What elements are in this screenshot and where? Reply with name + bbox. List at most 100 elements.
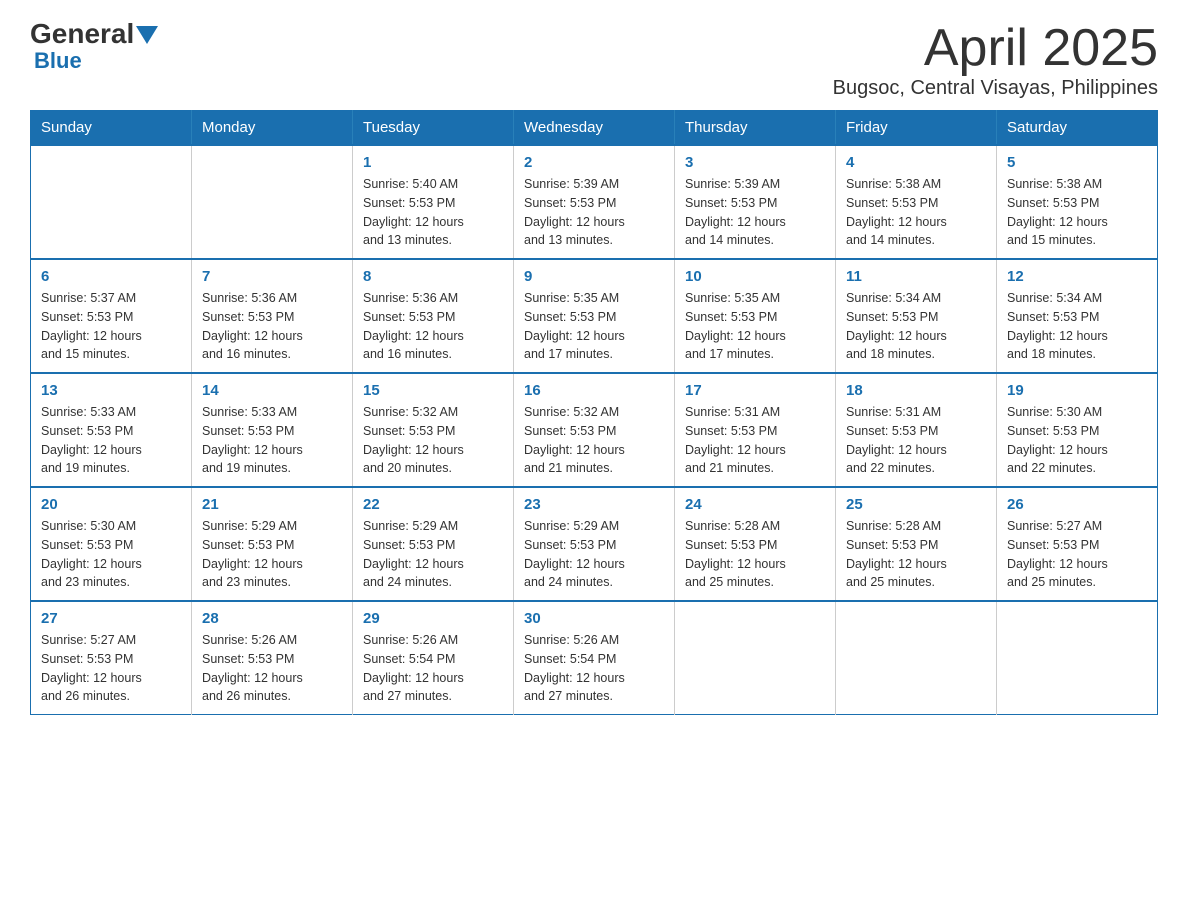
calendar-week-row: 20 Sunrise: 5:30 AM Sunset: 5:53 PM Dayli… — [31, 487, 1158, 601]
weekday-header-saturday: Saturday — [997, 111, 1158, 146]
day-number: 28 — [202, 610, 342, 627]
day-info: Sunrise: 5:28 AM Sunset: 5:53 PM Dayligh… — [846, 517, 986, 592]
day-number: 30 — [524, 610, 664, 627]
day-number: 3 — [685, 154, 825, 171]
day-number: 14 — [202, 382, 342, 399]
logo-triangle-icon — [136, 26, 158, 44]
calendar-cell: 9 Sunrise: 5:35 AM Sunset: 5:53 PM Daylig… — [514, 259, 675, 373]
day-number: 17 — [685, 382, 825, 399]
day-number: 26 — [1007, 496, 1147, 513]
day-info: Sunrise: 5:30 AM Sunset: 5:53 PM Dayligh… — [41, 517, 181, 592]
day-info: Sunrise: 5:34 AM Sunset: 5:53 PM Dayligh… — [846, 289, 986, 364]
day-number: 4 — [846, 154, 986, 171]
day-number: 29 — [363, 610, 503, 627]
calendar-cell: 11 Sunrise: 5:34 AM Sunset: 5:53 PM Dayli… — [836, 259, 997, 373]
day-number: 1 — [363, 154, 503, 171]
day-number: 12 — [1007, 268, 1147, 285]
calendar-cell: 12 Sunrise: 5:34 AM Sunset: 5:53 PM Dayli… — [997, 259, 1158, 373]
calendar-cell: 28 Sunrise: 5:26 AM Sunset: 5:53 PM Dayli… — [192, 601, 353, 715]
calendar-cell: 16 Sunrise: 5:32 AM Sunset: 5:53 PM Dayli… — [514, 373, 675, 487]
weekday-header-wednesday: Wednesday — [514, 111, 675, 146]
day-info: Sunrise: 5:27 AM Sunset: 5:53 PM Dayligh… — [1007, 517, 1147, 592]
calendar-cell: 13 Sunrise: 5:33 AM Sunset: 5:53 PM Dayli… — [31, 373, 192, 487]
calendar-cell — [31, 145, 192, 259]
day-number: 5 — [1007, 154, 1147, 171]
day-number: 23 — [524, 496, 664, 513]
day-info: Sunrise: 5:31 AM Sunset: 5:53 PM Dayligh… — [685, 403, 825, 478]
day-info: Sunrise: 5:27 AM Sunset: 5:53 PM Dayligh… — [41, 631, 181, 706]
day-info: Sunrise: 5:40 AM Sunset: 5:53 PM Dayligh… — [363, 175, 503, 250]
day-info: Sunrise: 5:39 AM Sunset: 5:53 PM Dayligh… — [524, 175, 664, 250]
day-number: 16 — [524, 382, 664, 399]
calendar-cell: 29 Sunrise: 5:26 AM Sunset: 5:54 PM Dayli… — [353, 601, 514, 715]
calendar-cell: 1 Sunrise: 5:40 AM Sunset: 5:53 PM Daylig… — [353, 145, 514, 259]
calendar-subtitle: Bugsoc, Central Visayas, Philippines — [833, 77, 1158, 100]
calendar-week-row: 1 Sunrise: 5:40 AM Sunset: 5:53 PM Daylig… — [31, 145, 1158, 259]
day-number: 19 — [1007, 382, 1147, 399]
calendar-cell — [192, 145, 353, 259]
logo-general: General — [30, 20, 134, 48]
calendar-cell: 18Sunrise: 5:31 AM Sunset: 5:53 PM Dayli… — [836, 373, 997, 487]
day-number: 6 — [41, 268, 181, 285]
weekday-header-sunday: Sunday — [31, 111, 192, 146]
calendar-cell: 10Sunrise: 5:35 AM Sunset: 5:53 PM Dayli… — [675, 259, 836, 373]
title-block: April 2025 Bugsoc, Central Visayas, Phil… — [833, 20, 1158, 100]
calendar-week-row: 27 Sunrise: 5:27 AM Sunset: 5:53 PM Dayli… — [31, 601, 1158, 715]
day-info: Sunrise: 5:32 AM Sunset: 5:53 PM Dayligh… — [363, 403, 503, 478]
day-info: Sunrise: 5:28 AM Sunset: 5:53 PM Dayligh… — [685, 517, 825, 592]
day-info: Sunrise: 5:32 AM Sunset: 5:53 PM Dayligh… — [524, 403, 664, 478]
day-number: 8 — [363, 268, 503, 285]
day-number: 21 — [202, 496, 342, 513]
weekday-header-monday: Monday — [192, 111, 353, 146]
calendar-cell: 21 Sunrise: 5:29 AM Sunset: 5:53 PM Dayli… — [192, 487, 353, 601]
calendar-cell: 22 Sunrise: 5:29 AM Sunset: 5:53 PM Dayli… — [353, 487, 514, 601]
calendar-cell: 24 Sunrise: 5:28 AM Sunset: 5:53 PM Dayli… — [675, 487, 836, 601]
day-number: 11 — [846, 268, 986, 285]
day-number: 22 — [363, 496, 503, 513]
day-info: Sunrise: 5:26 AM Sunset: 5:53 PM Dayligh… — [202, 631, 342, 706]
day-info: Sunrise: 5:35 AM Sunset: 5:53 PM Dayligh… — [524, 289, 664, 364]
day-info: Sunrise: 5:26 AM Sunset: 5:54 PM Dayligh… — [524, 631, 664, 706]
calendar-cell — [836, 601, 997, 715]
weekday-header-row: SundayMondayTuesdayWednesdayThursdayFrid… — [31, 111, 1158, 146]
calendar-cell: 2 Sunrise: 5:39 AM Sunset: 5:53 PM Daylig… — [514, 145, 675, 259]
calendar-cell: 27 Sunrise: 5:27 AM Sunset: 5:53 PM Dayli… — [31, 601, 192, 715]
calendar-cell: 4 Sunrise: 5:38 AM Sunset: 5:53 PM Daylig… — [836, 145, 997, 259]
weekday-header-tuesday: Tuesday — [353, 111, 514, 146]
calendar-cell: 30 Sunrise: 5:26 AM Sunset: 5:54 PM Dayli… — [514, 601, 675, 715]
calendar-week-row: 6 Sunrise: 5:37 AM Sunset: 5:53 PM Daylig… — [31, 259, 1158, 373]
day-number: 9 — [524, 268, 664, 285]
calendar-cell: 5 Sunrise: 5:38 AM Sunset: 5:53 PM Daylig… — [997, 145, 1158, 259]
day-number: 24 — [685, 496, 825, 513]
day-info: Sunrise: 5:29 AM Sunset: 5:53 PM Dayligh… — [363, 517, 503, 592]
calendar-title: April 2025 — [833, 20, 1158, 77]
calendar-cell: 8 Sunrise: 5:36 AM Sunset: 5:53 PM Daylig… — [353, 259, 514, 373]
weekday-header-thursday: Thursday — [675, 111, 836, 146]
logo-blue: Blue — [34, 48, 82, 74]
day-number: 27 — [41, 610, 181, 627]
calendar-cell: 25 Sunrise: 5:28 AM Sunset: 5:53 PM Dayli… — [836, 487, 997, 601]
day-number: 13 — [41, 382, 181, 399]
day-info: Sunrise: 5:38 AM Sunset: 5:53 PM Dayligh… — [1007, 175, 1147, 250]
day-number: 25 — [846, 496, 986, 513]
calendar-cell: 23Sunrise: 5:29 AM Sunset: 5:53 PM Dayli… — [514, 487, 675, 601]
day-number: 18 — [846, 382, 986, 399]
day-info: Sunrise: 5:38 AM Sunset: 5:53 PM Dayligh… — [846, 175, 986, 250]
day-info: Sunrise: 5:36 AM Sunset: 5:53 PM Dayligh… — [363, 289, 503, 364]
calendar-cell — [997, 601, 1158, 715]
day-number: 7 — [202, 268, 342, 285]
calendar-cell: 26 Sunrise: 5:27 AM Sunset: 5:53 PM Dayli… — [997, 487, 1158, 601]
calendar-cell: 14Sunrise: 5:33 AM Sunset: 5:53 PM Dayli… — [192, 373, 353, 487]
day-info: Sunrise: 5:33 AM Sunset: 5:53 PM Dayligh… — [41, 403, 181, 478]
day-info: Sunrise: 5:26 AM Sunset: 5:54 PM Dayligh… — [363, 631, 503, 706]
day-info: Sunrise: 5:34 AM Sunset: 5:53 PM Dayligh… — [1007, 289, 1147, 364]
calendar-cell: 7Sunrise: 5:36 AM Sunset: 5:53 PM Daylig… — [192, 259, 353, 373]
calendar-cell: 17 Sunrise: 5:31 AM Sunset: 5:53 PM Dayli… — [675, 373, 836, 487]
day-info: Sunrise: 5:30 AM Sunset: 5:53 PM Dayligh… — [1007, 403, 1147, 478]
day-info: Sunrise: 5:39 AM Sunset: 5:53 PM Dayligh… — [685, 175, 825, 250]
day-info: Sunrise: 5:37 AM Sunset: 5:53 PM Dayligh… — [41, 289, 181, 364]
day-number: 2 — [524, 154, 664, 171]
day-number: 20 — [41, 496, 181, 513]
logo: General Blue — [30, 20, 158, 74]
day-info: Sunrise: 5:29 AM Sunset: 5:53 PM Dayligh… — [202, 517, 342, 592]
